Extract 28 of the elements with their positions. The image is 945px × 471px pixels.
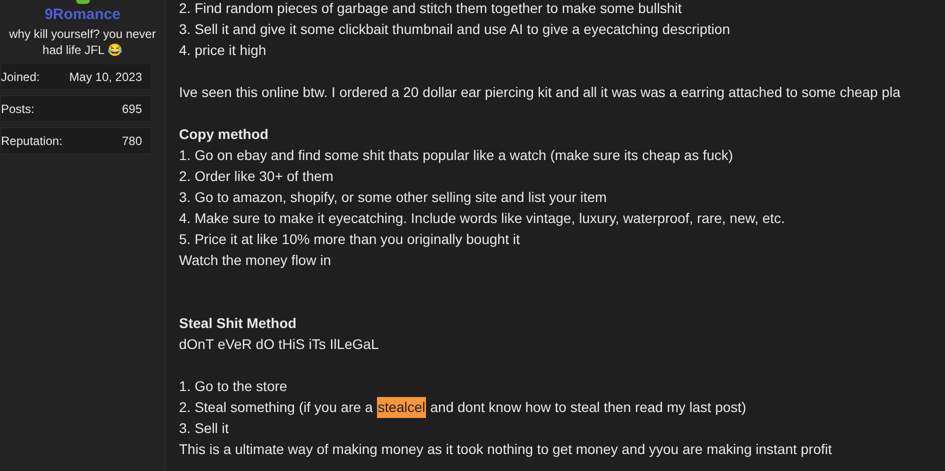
avatar-icon bbox=[76, 0, 90, 4]
section-heading: Steal Shit Method bbox=[179, 314, 296, 333]
stat-label: Joined: bbox=[1, 68, 40, 86]
username[interactable]: 9Romance bbox=[44, 6, 120, 24]
stat-value: 780 bbox=[122, 132, 142, 150]
post-text: This is a ultimate way of making money as it took nothing to get money and yyou are making instant profit bbox=[179, 440, 832, 459]
post-text: 3. Go to amazon, shopify, or some other selling site and list your item bbox=[179, 188, 607, 207]
post-text: dOnT eVeR dO tHiS iTs IlLeGaL bbox=[179, 335, 379, 354]
post-text: 3. Sell it bbox=[179, 419, 229, 438]
post-text: 1. Go to the store bbox=[179, 377, 288, 396]
stat-label: Reputation: bbox=[1, 132, 62, 150]
post-text: and dont know how to steal then read my last post) bbox=[430, 398, 746, 417]
post-text: 1. Go on ebay and find some shit thats popular like a watch (make sure its cheap as fuck) bbox=[179, 146, 734, 165]
post-text: 5. Price it at like 10% more than you originally bought it bbox=[179, 230, 520, 249]
user-title: why kill yourself? you never had life JFL 😂 bbox=[8, 26, 157, 58]
post-text: Watch the money flow in bbox=[179, 251, 331, 270]
post-text: 3. Sell it and give it some clickbait thumbnail and use AI to give a eyecatching description bbox=[179, 20, 730, 39]
stat-value: 695 bbox=[122, 100, 142, 118]
highlighted-text: stealcel bbox=[376, 397, 426, 418]
stat-label: Posts: bbox=[1, 100, 34, 118]
post-text: 4. Make sure to make it eyecatching. Include words like vintage, luxury, waterproof, rare, new, etc. bbox=[179, 209, 785, 228]
stat-value: May 10, 2023 bbox=[69, 68, 142, 86]
post-text: 2. Steal something (if you are a bbox=[179, 398, 373, 417]
post-text: Ive seen this online btw. I ordered a 20 dollar ear piercing kit and all it was was a earring attached to some cheap pla bbox=[179, 83, 900, 102]
post-text: 2. Find random pieces of garbage and stitch them together to make some bullshit bbox=[179, 0, 682, 18]
post-text: 2. Order like 30+ of them bbox=[179, 167, 334, 186]
section-heading: Copy method bbox=[179, 125, 268, 144]
post-text: 4. price it high bbox=[179, 41, 266, 60]
